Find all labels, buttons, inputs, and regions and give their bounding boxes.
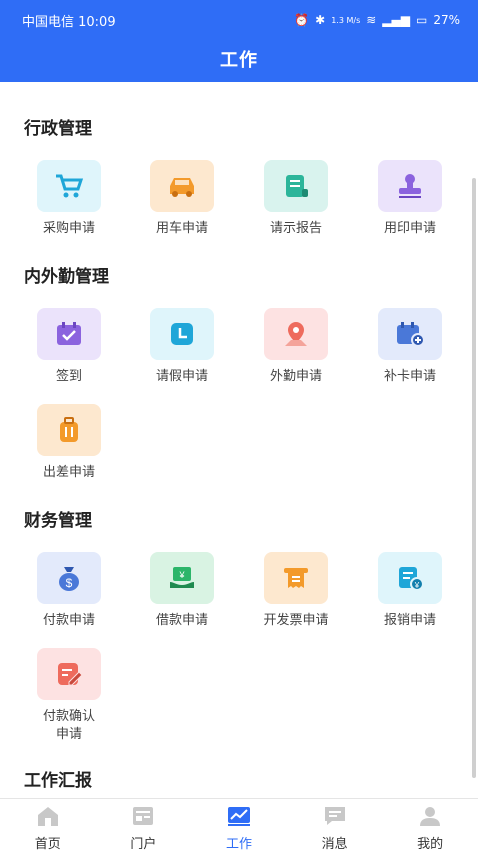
tab-portal[interactable]: 门户 xyxy=(96,799,192,852)
svg-text:¥: ¥ xyxy=(414,581,420,590)
location-icon xyxy=(264,308,328,360)
grid-item-label: 付款申请 xyxy=(42,613,95,628)
tab-label: 我的 xyxy=(417,837,444,852)
grid-item-label-text: 付款确认申请 xyxy=(42,709,95,742)
grid-item-payment-confirm[interactable]: 付款确认申请 xyxy=(14,648,124,744)
alarm-icon: ⏰ xyxy=(294,13,310,27)
header-bar: 中国电信 10:09 ⏰ ✱ 1.3 M/s ≋ ▂▄▆ ▭ 27% 工作 xyxy=(0,0,478,82)
grid-item-label: 补卡申请 xyxy=(383,369,436,384)
section-title-finance: 财务管理 xyxy=(24,511,92,531)
user-icon xyxy=(420,807,441,826)
grid-item-label: 借款申请 xyxy=(155,613,208,628)
tab-label: 消息 xyxy=(321,837,348,852)
grid-item-label: 请示报告 xyxy=(269,221,322,236)
bluetooth-icon: ✱ xyxy=(315,13,326,27)
speed-text: 1.3 M/s xyxy=(331,15,361,25)
calendar-check-icon xyxy=(37,308,101,360)
grid-item-loan[interactable]: ¥ 借款申请 xyxy=(127,552,237,630)
grid-item-checkin[interactable]: 签到 xyxy=(14,308,124,386)
tab-mine[interactable]: 我的 xyxy=(382,799,478,852)
section-title-attendance: 内外勤管理 xyxy=(24,267,109,287)
grid-item-label: 采购申请 xyxy=(42,221,95,236)
clock-icon xyxy=(150,308,214,360)
tab-label: 首页 xyxy=(34,837,61,852)
signal-icon: ▂▄▆ xyxy=(382,13,410,27)
grid-item-label: 签到 xyxy=(55,369,82,384)
tab-home[interactable]: 首页 xyxy=(0,799,96,852)
grid-item-label: 外勤申请 xyxy=(269,369,322,384)
grid-item-travel[interactable]: 出差申请 xyxy=(14,404,124,482)
cart-icon xyxy=(37,160,101,212)
money-bag-icon: $ xyxy=(37,552,101,604)
page-title: 工作 xyxy=(220,50,258,71)
scrollbar[interactable] xyxy=(472,178,476,778)
grid-item-purchase[interactable]: 采购申请 xyxy=(14,160,124,238)
grid-item-reimburse[interactable]: ¥ 报销申请 xyxy=(355,552,465,630)
portal-icon xyxy=(133,807,154,825)
chart-icon xyxy=(227,807,250,826)
grid-item-field[interactable]: 外勤申请 xyxy=(241,308,351,386)
edit-doc-icon xyxy=(37,648,101,700)
grid-item-invoice[interactable]: 开发票申请 xyxy=(241,552,351,630)
receipt-icon: ¥ xyxy=(378,552,442,604)
tab-label: 工作 xyxy=(225,837,252,852)
grid-item-leave[interactable]: 请假申请 xyxy=(127,308,237,386)
grid-item-report[interactable]: 请示报告 xyxy=(241,160,351,238)
work-content[interactable]: 行政管理 采购申请 用车申请 请示报告 用印申请 内外勤管理 签到 请假申请 外… xyxy=(0,82,478,798)
grid-item-label: 开发票申请 xyxy=(263,613,329,628)
grid-item-label: 用印申请 xyxy=(383,221,436,236)
scroll-icon xyxy=(264,160,328,212)
grid-item-seal[interactable]: 用印申请 xyxy=(355,160,465,238)
grid-item-label: 用车申请 xyxy=(155,221,208,236)
message-icon xyxy=(324,807,345,825)
tab-messages[interactable]: 消息 xyxy=(287,799,383,852)
grid-item-label: 请假申请 xyxy=(155,369,208,384)
grid-item-label: 报销申请 xyxy=(383,613,436,628)
status-bar: 中国电信 10:09 ⏰ ✱ 1.3 M/s ≋ ▂▄▆ ▭ 27% xyxy=(22,10,460,30)
car-icon xyxy=(150,160,214,212)
bottom-tab-bar: 首页 门户 工作 消息 我的 xyxy=(0,798,478,852)
battery-icon: ▭ xyxy=(415,13,428,27)
section-title-admin: 行政管理 xyxy=(24,119,92,139)
grid-item-label: 出差申请 xyxy=(42,465,95,480)
luggage-icon xyxy=(37,404,101,456)
invoice-icon xyxy=(264,552,328,604)
section-title-work-report: 工作汇报 xyxy=(24,771,92,791)
carrier-time: 中国电信 10:09 xyxy=(22,14,116,30)
battery-text: 27% xyxy=(433,13,460,27)
cash-icon: ¥ xyxy=(150,552,214,604)
grid-item-car[interactable]: 用车申请 xyxy=(127,160,237,238)
home-icon xyxy=(37,807,58,826)
wifi-icon: ≋ xyxy=(366,13,377,27)
grid-item-payment[interactable]: $ 付款申请 xyxy=(14,552,124,630)
svg-text:$: $ xyxy=(66,576,73,590)
tab-label: 门户 xyxy=(130,837,157,852)
grid-item-makeup-punch[interactable]: 补卡申请 xyxy=(355,308,465,386)
grid-item-label: 付款确认申请 xyxy=(14,708,124,744)
stamp-icon xyxy=(378,160,442,212)
tab-work[interactable]: 工作 xyxy=(191,799,287,852)
svg-text:¥: ¥ xyxy=(178,570,185,580)
calendar-add-icon xyxy=(378,308,442,360)
